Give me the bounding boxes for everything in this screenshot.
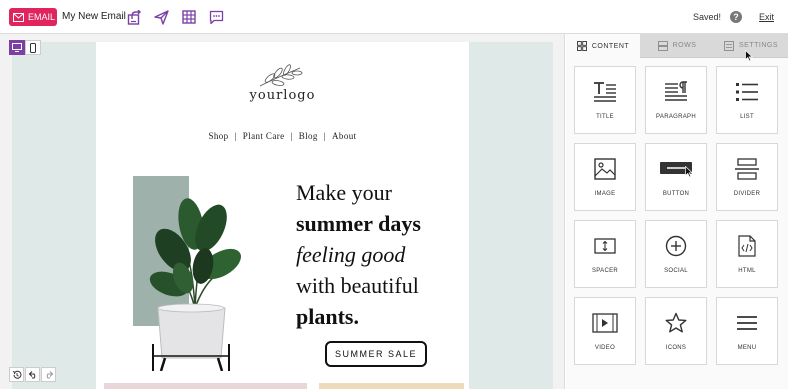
block-social[interactable]: SOCIAL <box>645 220 707 288</box>
block-video-label: VIDEO <box>594 345 616 351</box>
send-icon[interactable] <box>152 8 170 26</box>
block-paragraph-label: PARAGRAPH <box>656 114 696 120</box>
block-menu[interactable]: MENU <box>716 297 778 365</box>
content-icon <box>576 41 587 51</box>
history-icon <box>12 370 21 379</box>
nav-separator: | <box>323 131 327 141</box>
mouse-cursor-icon <box>745 50 753 62</box>
grid-icon[interactable] <box>180 8 198 26</box>
save-status: Saved! <box>693 12 722 22</box>
mobile-view-button[interactable] <box>25 40 41 55</box>
tab-content-label: CONTENT <box>591 42 630 50</box>
envelope-icon <box>13 12 24 22</box>
block-html[interactable]: HTML <box>716 220 778 288</box>
hero-headline: Make your summer days feeling good with … <box>296 177 421 332</box>
headline-line-4: with beautiful <box>296 273 419 298</box>
undo-icon <box>28 371 35 379</box>
block-list-label: LIST <box>740 114 754 120</box>
tab-rows-label: ROWS <box>672 42 697 49</box>
redo-button[interactable] <box>41 367 56 382</box>
tab-content[interactable]: CONTENT <box>566 34 640 58</box>
block-icons[interactable]: ICONS <box>645 297 707 365</box>
block-spacer[interactable]: SPACER <box>574 220 636 288</box>
block-menu-label: MENU <box>737 345 757 351</box>
headline-line-1: Make your <box>296 180 392 205</box>
block-social-label: SOCIAL <box>664 268 688 274</box>
nav-link-about[interactable]: About <box>332 131 357 141</box>
menu-icon <box>737 316 757 330</box>
content-panel: CONTENT ROWS SETTINGS TITLE PARAGRAPH LI… <box>566 34 788 389</box>
history-controls <box>9 367 56 382</box>
undo-button[interactable] <box>25 367 40 382</box>
tab-settings-label: SETTINGS <box>738 42 778 49</box>
nav-link-shop[interactable]: Shop <box>208 131 228 141</box>
redo-icon <box>46 371 53 379</box>
desktop-view-button[interactable] <box>9 40 25 55</box>
headline-line-2: summer days <box>296 211 421 236</box>
desktop-icon <box>12 43 22 52</box>
history-button[interactable] <box>9 367 24 382</box>
block-divider[interactable]: DIVIDER <box>716 143 778 211</box>
email-type-badge[interactable]: EMAIL <box>9 8 57 26</box>
title-icon <box>594 82 616 102</box>
summer-sale-button[interactable]: SUMMER SALE <box>325 341 427 367</box>
block-icons-label: ICONS <box>665 345 687 351</box>
block-button-label: BUTTON <box>662 191 690 197</box>
headline-line-5: plants. <box>296 304 359 329</box>
block-spacer-label: SPACER <box>591 268 619 274</box>
social-icon <box>665 235 687 257</box>
nav-separator: | <box>290 131 293 141</box>
next-row-image-right <box>319 383 464 389</box>
drag-cursor-icon <box>685 166 693 178</box>
mobile-icon <box>30 42 36 53</box>
block-html-label: HTML <box>738 268 756 274</box>
block-image-label: IMAGE <box>594 191 616 197</box>
help-icon[interactable]: ? <box>730 11 742 23</box>
block-title-label: TITLE <box>596 114 614 120</box>
block-video[interactable]: VIDEO <box>574 297 636 365</box>
nav-link-plant-care[interactable]: Plant Care <box>243 131 285 141</box>
tab-rows[interactable]: ROWS <box>640 34 714 58</box>
panel-tabs: CONTENT ROWS SETTINGS <box>566 34 788 58</box>
top-toolbar: EMAIL My New Email Saved! ? Exit <box>0 0 788 34</box>
export-icon[interactable] <box>125 8 143 26</box>
block-image[interactable]: IMAGE <box>574 143 636 211</box>
settings-icon <box>724 40 734 51</box>
comment-icon[interactable] <box>207 8 225 26</box>
block-paragraph[interactable]: PARAGRAPH <box>645 66 707 134</box>
content-blocks-grid: TITLE PARAGRAPH LIST IMAGE BUTTON DIVIDE… <box>574 66 778 365</box>
email-content[interactable]: yourlogo Shop | Plant Care | Blog | About Make… <box>96 42 469 389</box>
video-icon <box>592 313 618 333</box>
plant-image <box>133 176 241 371</box>
spacer-icon <box>594 238 616 254</box>
list-icon <box>736 83 758 101</box>
star-icon <box>665 312 687 333</box>
device-toggle <box>9 40 41 55</box>
block-button[interactable]: BUTTON <box>645 143 707 211</box>
nav-link-blog[interactable]: Blog <box>299 131 318 141</box>
block-divider-label: DIVIDER <box>733 191 761 197</box>
paragraph-icon <box>665 81 687 101</box>
html-icon <box>738 235 756 257</box>
block-title[interactable]: TITLE <box>574 66 636 134</box>
email-nav: Shop | Plant Care | Blog | About <box>96 131 469 141</box>
next-row-image-left <box>104 383 307 389</box>
email-name[interactable]: My New Email <box>62 11 126 22</box>
editor-canvas[interactable]: yourlogo Shop | Plant Care | Blog | About Make… <box>0 34 565 389</box>
exit-link[interactable]: Exit <box>759 12 774 22</box>
image-icon <box>594 158 616 180</box>
headline-line-3: feeling good <box>296 242 406 267</box>
nav-separator: | <box>234 131 237 141</box>
rows-icon <box>657 40 668 51</box>
logo-text: yourlogo <box>249 88 316 103</box>
logo-leaf-icon <box>259 64 303 87</box>
divider-icon <box>735 158 759 180</box>
block-list[interactable]: LIST <box>716 66 778 134</box>
email-badge-label: EMAIL <box>28 12 56 22</box>
